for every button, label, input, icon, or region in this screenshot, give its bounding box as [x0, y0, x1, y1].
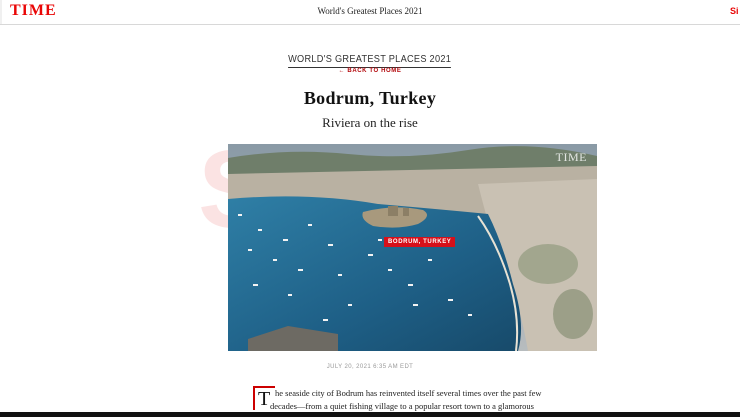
- series-kicker[interactable]: WORLD'S GREATEST PLACES 2021: [288, 54, 452, 68]
- time-watermark: TIME: [555, 150, 587, 164]
- location-tag: BODRUM, TURKEY: [384, 237, 456, 247]
- sign-in-link[interactable]: Si: [730, 6, 740, 16]
- article-headline: Bodrum, Turkey: [303, 88, 437, 108]
- series-kicker-wrap: WORLD'S GREATEST PLACES 2021: [0, 49, 740, 68]
- bottom-edge-bar: [0, 412, 740, 417]
- article-subhead: Riviera on the rise: [322, 115, 418, 130]
- bodrum-harbor-image: [228, 144, 597, 351]
- back-to-home-link[interactable]: ← BACK TO HOME: [0, 68, 740, 74]
- hero-photo: TIME BODRUM, TURKEY: [228, 144, 597, 351]
- body-line: he seaside city of Bodrum has reinvented…: [275, 388, 542, 398]
- section-title: World's Greatest Places 2021: [317, 6, 423, 16]
- top-navigation-bar: TIME World's Greatest Places 2021 Si: [0, 0, 740, 25]
- article-body: he seaside city of Bodrum has reinvented…: [270, 387, 595, 413]
- publish-date: JULY 20, 2021 6:35 AM EDT: [326, 364, 414, 370]
